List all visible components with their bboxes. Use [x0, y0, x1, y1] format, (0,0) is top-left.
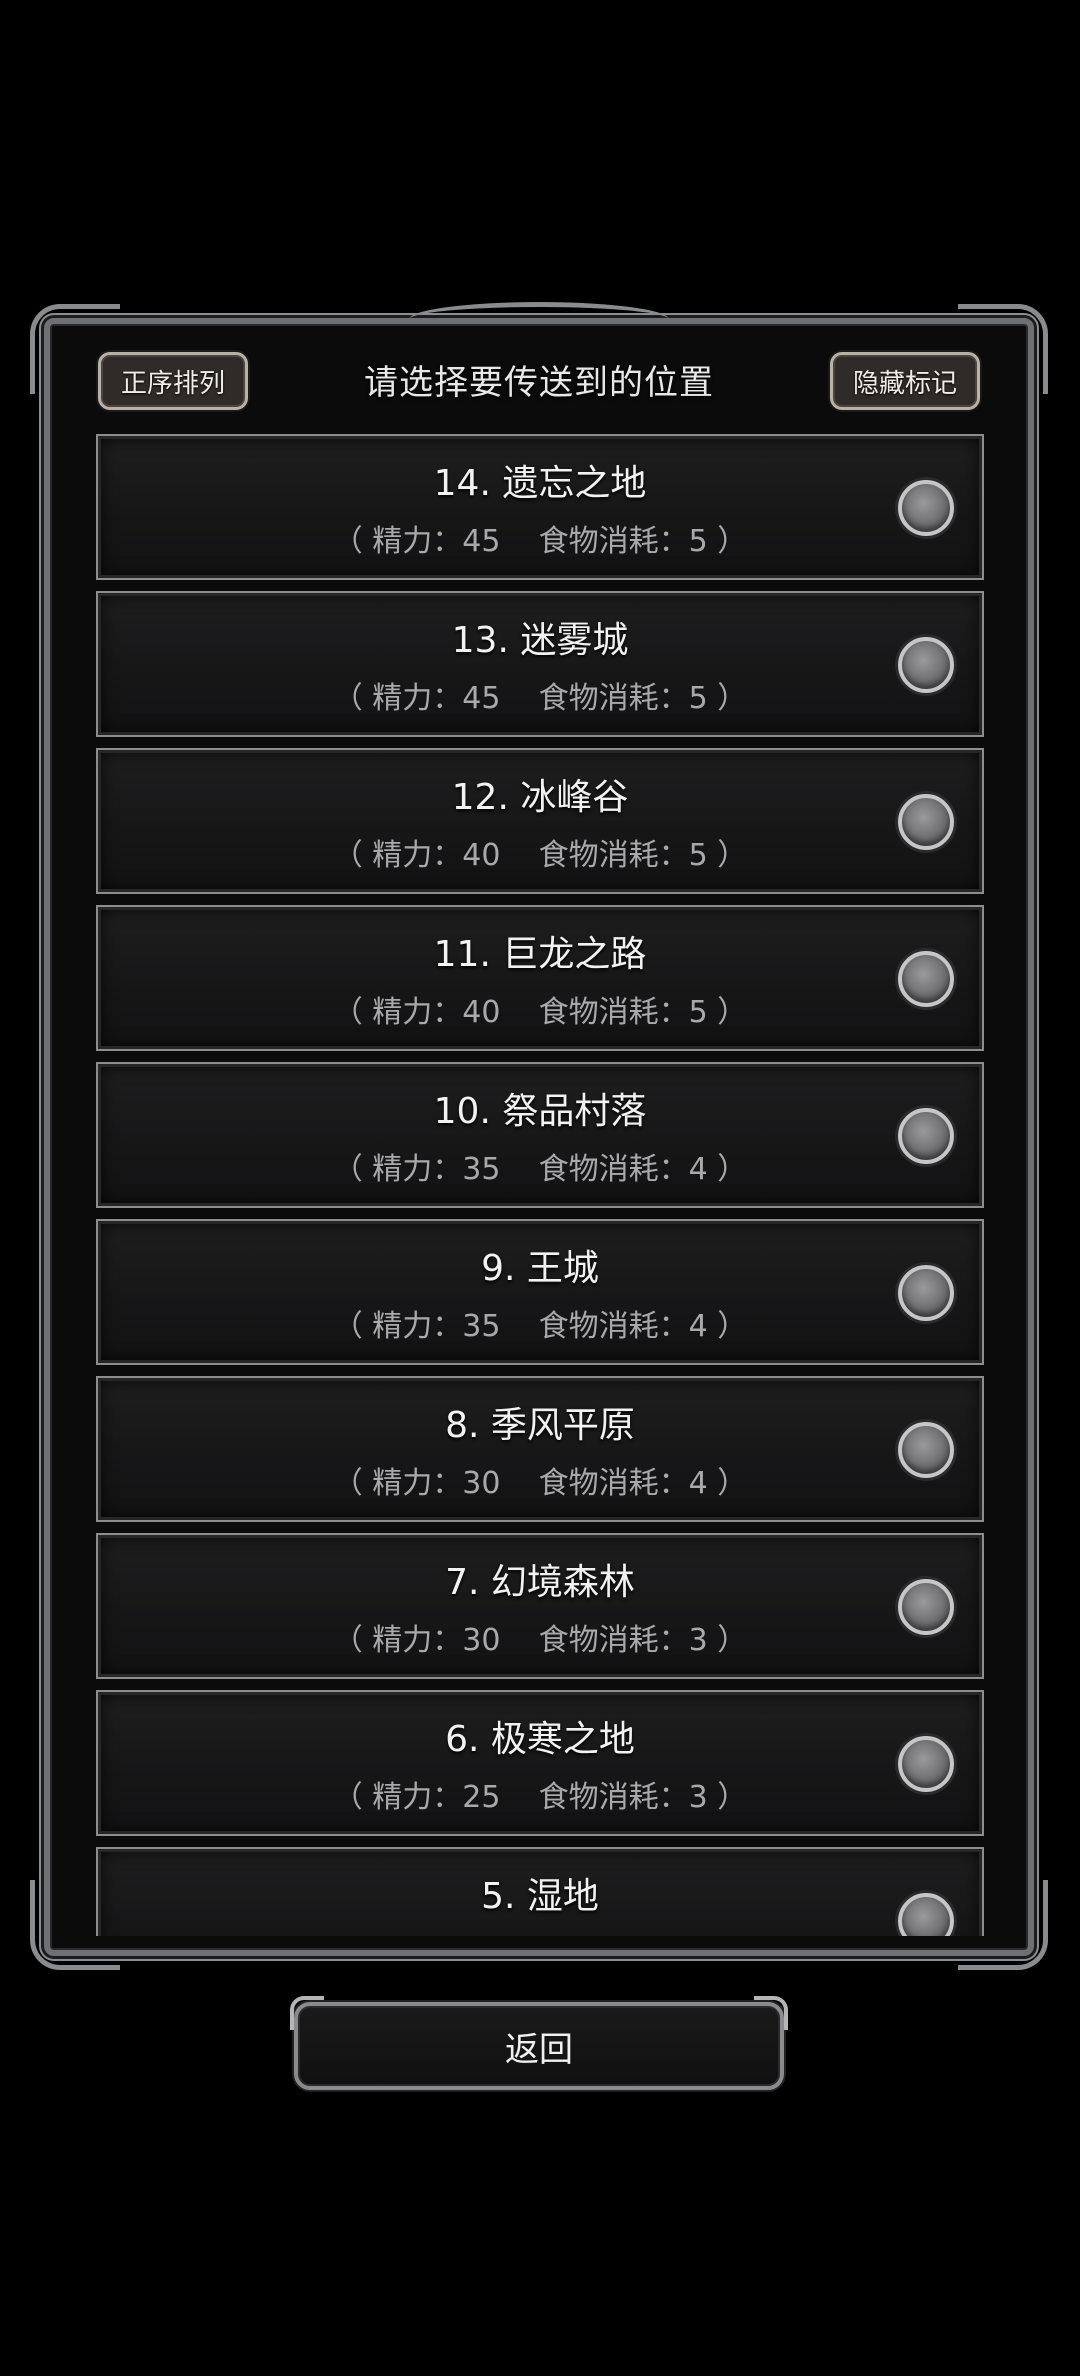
- select-radio-icon[interactable]: [898, 1422, 954, 1478]
- crest-ornament: [409, 302, 669, 337]
- location-name: 12. 冰峰谷: [451, 777, 629, 818]
- location-name: 14. 遗忘之地: [433, 463, 647, 504]
- panel-title: 请选择要传送到的位置: [364, 362, 714, 403]
- location-item[interactable]: 14. 遗忘之地 （ 精力：45 食物消耗：5 ）: [96, 434, 984, 580]
- location-name: 7. 幻境森林: [445, 1562, 635, 1603]
- hide-markers-button[interactable]: 隐藏标记: [830, 352, 980, 410]
- location-name: 9. 王城: [481, 1248, 599, 1289]
- location-item[interactable]: 8. 季风平原 （ 精力：30 食物消耗：4 ）: [96, 1376, 984, 1522]
- location-item[interactable]: 6. 极寒之地 （ 精力：25 食物消耗：3 ）: [96, 1690, 984, 1836]
- select-radio-icon[interactable]: [898, 1736, 954, 1792]
- location-list[interactable]: 14. 遗忘之地 （ 精力：45 食物消耗：5 ） 13. 迷雾城 （ 精力：45 食…: [96, 434, 984, 1936]
- location-name: 13. 迷雾城: [451, 620, 629, 661]
- location-cost: （ 精力：45 食物消耗：5 ）: [332, 524, 748, 559]
- location-cost: （ 精力：25 食物消耗：3 ）: [332, 1780, 748, 1815]
- location-cost: （ 精力：30 食物消耗：3 ）: [332, 1623, 748, 1658]
- location-item[interactable]: 9. 王城 （ 精力：35 食物消耗：4 ）: [96, 1219, 984, 1365]
- location-cost: （ 精力：40 食物消耗：5 ）: [332, 838, 748, 873]
- select-radio-icon[interactable]: [898, 794, 954, 850]
- panel-header: 正序排列 请选择要传送到的位置 隐藏标记: [50, 344, 1028, 414]
- location-item[interactable]: 7. 幻境森林 （ 精力：30 食物消耗：3 ）: [96, 1533, 984, 1679]
- location-cost: （ 精力：25 食物消耗：3 ）: [98, 1929, 982, 1936]
- location-cost: （ 精力：45 食物消耗：5 ）: [332, 681, 748, 716]
- location-name: 11. 巨龙之路: [433, 934, 647, 975]
- location-name: 8. 季风平原: [445, 1405, 635, 1446]
- select-radio-icon[interactable]: [898, 1579, 954, 1635]
- select-radio-icon[interactable]: [898, 637, 954, 693]
- location-item[interactable]: 5. 湿地 （ 精力：25 食物消耗：3 ）: [96, 1847, 984, 1936]
- location-item[interactable]: 13. 迷雾城 （ 精力：45 食物消耗：5 ）: [96, 591, 984, 737]
- location-cost: （ 精力：40 食物消耗：5 ）: [332, 995, 748, 1030]
- select-radio-icon[interactable]: [898, 1108, 954, 1164]
- teleport-screen: 正序排列 请选择要传送到的位置 隐藏标记 14. 遗忘之地 （ 精力：45 食物消…: [0, 0, 1080, 2376]
- sort-order-button[interactable]: 正序排列: [98, 352, 248, 410]
- back-button[interactable]: 返回: [290, 1996, 788, 2090]
- location-name: 5. 湿地: [481, 1876, 599, 1917]
- location-cost: （ 精力：35 食物消耗：4 ）: [332, 1152, 748, 1187]
- location-item[interactable]: 10. 祭品村落 （ 精力：35 食物消耗：4 ）: [96, 1062, 984, 1208]
- location-cost: （ 精力：30 食物消耗：4 ）: [332, 1466, 748, 1501]
- location-item[interactable]: 12. 冰峰谷 （ 精力：40 食物消耗：5 ）: [96, 748, 984, 894]
- select-radio-icon[interactable]: [898, 1265, 954, 1321]
- location-item[interactable]: 11. 巨龙之路 （ 精力：40 食物消耗：5 ）: [96, 905, 984, 1051]
- location-name: 10. 祭品村落: [433, 1091, 647, 1132]
- select-radio-icon[interactable]: [898, 951, 954, 1007]
- location-name: 6. 极寒之地: [445, 1719, 635, 1760]
- location-cost: （ 精力：35 食物消耗：4 ）: [332, 1309, 748, 1344]
- select-radio-icon[interactable]: [898, 480, 954, 536]
- teleport-panel: 正序排列 请选择要传送到的位置 隐藏标记 14. 遗忘之地 （ 精力：45 食物消…: [30, 302, 1048, 1970]
